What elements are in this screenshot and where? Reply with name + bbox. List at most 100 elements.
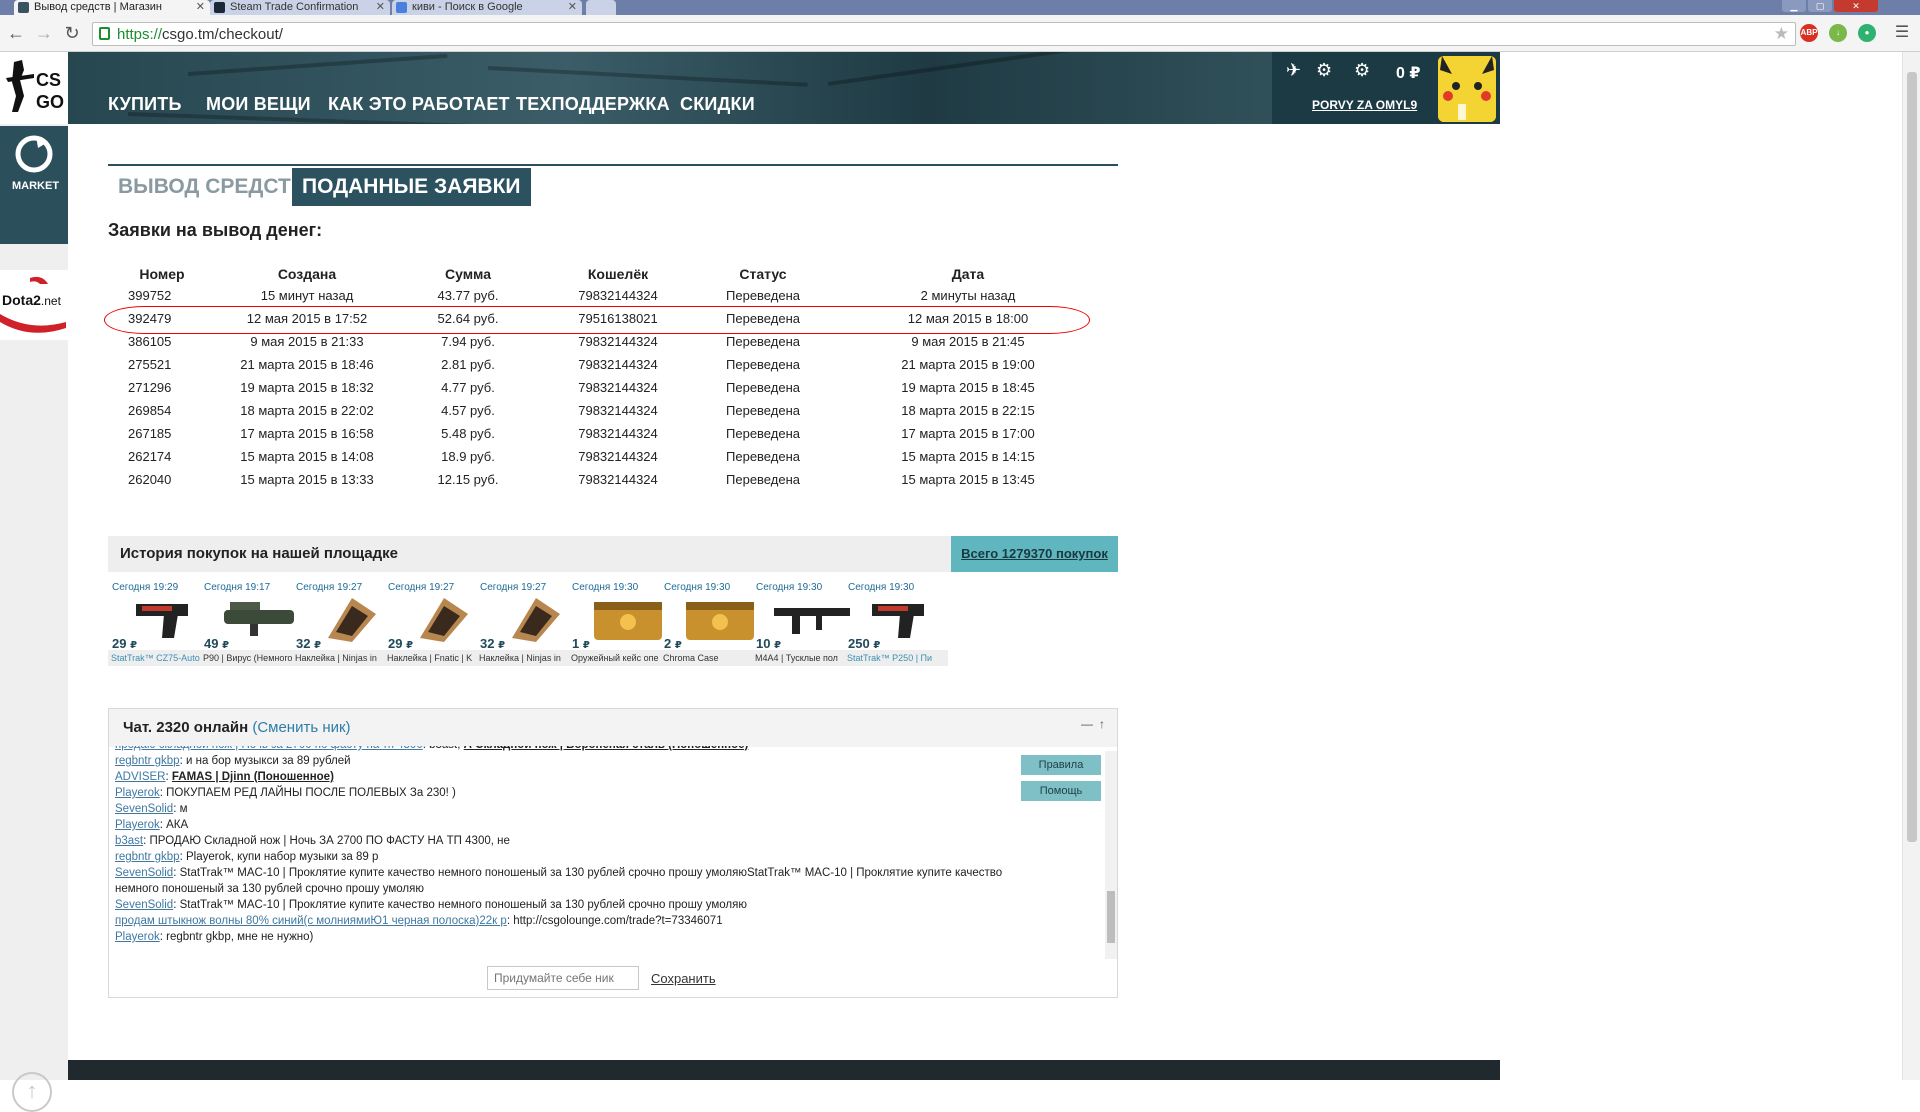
dota2-net-link[interactable]: Dota2.net	[0, 270, 68, 340]
chat-username[interactable]: regbntr gkbp	[115, 851, 180, 863]
save-nick-link[interactable]: Сохранить	[651, 971, 716, 986]
trade-icon[interactable]: ⚙	[1354, 60, 1370, 81]
help-button[interactable]: Помощь	[1021, 781, 1101, 801]
balance-value[interactable]: 0 ₽	[1396, 63, 1420, 83]
expand-chat-icon[interactable]: ↑	[1099, 717, 1105, 731]
table-cell: 15 марта 2015 в 14:15	[901, 449, 1035, 464]
table-cell: 4.57 руб.	[441, 403, 495, 418]
nav-buy[interactable]: КУПИТЬ	[108, 94, 182, 115]
withdrawal-table: Номер Создана Сумма Кошелёк Статус Дата …	[108, 264, 1108, 491]
table-cell: 2 минуты назад	[920, 288, 1016, 303]
chat-message: SevenSolid: StatTrak™ MAC-10 | Проклятие…	[115, 865, 1037, 897]
tab-withdraw[interactable]: ВЫВОД СРЕДСТВ	[108, 168, 316, 206]
tab-submitted-requests[interactable]: ПОДАННЫЕ ЗАЯВКИ	[292, 168, 531, 206]
history-item[interactable]: Сегодня 19:27 32 ₽ Наклейка | Ninjas in	[292, 580, 396, 666]
avatar[interactable]	[1438, 56, 1496, 122]
history-item-price: 2 ₽	[664, 636, 682, 651]
minimize-icon[interactable]: ▁	[1782, 0, 1806, 12]
browser-tab-active[interactable]: Вывод средств | Магазин ✕	[14, 0, 210, 15]
nav-support[interactable]: ТЕХПОДДЕРЖКА	[516, 94, 670, 115]
history-item[interactable]: Сегодня 19:30 250 ₽ StatTrak™ P250 | Пи	[844, 580, 948, 666]
page-scroll-thumb[interactable]	[1907, 72, 1917, 842]
table-row: 262040 15 марта 2015 в 13:33 12.15 руб. 798…	[108, 468, 1108, 491]
history-item[interactable]: Сегодня 19:30 10 ₽ M4A4 | Тусклые пол	[752, 580, 856, 666]
new-tab-button[interactable]	[586, 0, 616, 15]
table-cell: 79832144324	[578, 288, 658, 303]
adblock-icon[interactable]: ABP	[1800, 24, 1818, 42]
chat-username[interactable]: ADVISER	[115, 771, 166, 783]
bookmark-star-icon[interactable]: ★	[1774, 24, 1789, 44]
reload-icon[interactable]: ↻	[60, 21, 84, 45]
history-item[interactable]: Сегодня 19:29 29 ₽ StatTrak™ CZ75-Auto	[108, 580, 212, 666]
inventory-icon[interactable]: ⚙	[1316, 60, 1332, 81]
change-nick-link[interactable]: (Сменить ник)	[252, 719, 350, 736]
nav-how-it-works[interactable]: КАК ЭТО РАБОТАЕТ	[328, 94, 510, 115]
chat-header: Чат. 2320 онлайн (Сменить ник) — ↑	[109, 709, 1117, 747]
sticker-icon	[512, 598, 560, 642]
nav-discounts[interactable]: СКИДКИ	[680, 94, 755, 115]
chat-message: SevenSolid: StatTrak™ MAC-10 | Проклятие…	[115, 897, 1037, 913]
history-item[interactable]: Сегодня 19:27 29 ₽ Наклейка | Fnatic | K	[384, 580, 488, 666]
table-cell: 12.15 руб.	[437, 472, 499, 487]
close-icon[interactable]: ✕	[568, 0, 577, 15]
footer-bar	[68, 1060, 1500, 1080]
browser-tab[interactable]: киви - Поиск в Google ✕	[392, 0, 582, 15]
history-item-label: Наклейка | Fnatic | K	[384, 650, 488, 666]
chat-item-link[interactable]: А Складной нож | Вороненая сталь (Поноше…	[464, 746, 749, 751]
chat-username[interactable]: SevenSolid	[115, 867, 173, 879]
table-row: 269854 18 марта 2015 в 22:02 4.57 руб. 7983…	[108, 399, 1108, 422]
chat-username[interactable]: продам штыкнож волны 80% синий(с молниям…	[115, 915, 507, 927]
scroll-to-top-icon[interactable]: ↑	[12, 1072, 52, 1112]
table-row: 271296 19 марта 2015 в 18:32 4.77 руб. 7983…	[108, 376, 1108, 399]
window-close-icon[interactable]: ✕	[1834, 0, 1878, 12]
chat-scroll-thumb[interactable]	[1107, 891, 1115, 943]
close-icon[interactable]: ✕	[376, 0, 385, 15]
chat-message: Playerok: ПОКУПАЕМ РЕД ЛАЙНЫ ПОСЛЕ ПОЛЕВ…	[115, 785, 1037, 801]
csgo-logo[interactable]: CS GO	[0, 52, 68, 124]
chat-text: : Playerok, купи набор музыки за 89 р	[179, 851, 379, 863]
extension-download-icon[interactable]: ↓	[1829, 24, 1847, 42]
chat-username[interactable]: SevenSolid	[115, 803, 173, 815]
rules-button[interactable]: Правила	[1021, 755, 1101, 775]
nav-my-items[interactable]: МОИ ВЕЩИ	[206, 94, 311, 115]
chat-username[interactable]: Playerok	[115, 931, 160, 943]
minimize-chat-icon[interactable]: —	[1081, 717, 1093, 731]
chat-username[interactable]: продаю складной нож | Ночь за 2700 по фа…	[115, 746, 423, 751]
mute-icon[interactable]: ✈	[1286, 60, 1301, 81]
total-purchases-button[interactable]: Всего 1279370 покупок	[951, 536, 1118, 572]
extension-green-icon[interactable]: ●	[1858, 24, 1876, 42]
table-cell: 79832144324	[578, 403, 658, 418]
nick-input[interactable]	[487, 966, 639, 990]
history-item[interactable]: Сегодня 19:30 1 ₽ Оружейный кейс опе	[568, 580, 672, 666]
address-bar[interactable]: https://csgo.tm/checkout/ ★	[92, 22, 1796, 46]
chat-username[interactable]: Playerok	[115, 819, 160, 831]
chat-username[interactable]: Playerok	[115, 787, 160, 799]
market-link[interactable]: MARKET	[0, 126, 68, 244]
maximize-icon[interactable]: ▢	[1808, 0, 1832, 12]
back-icon[interactable]: ←	[4, 21, 28, 45]
site-favicon-icon	[18, 2, 29, 13]
chat-text: : StatTrak™ MAC-10 | Проклятие купите ка…	[115, 867, 1003, 895]
forward-icon[interactable]: →	[32, 21, 56, 45]
table-cell: 79832144324	[578, 357, 658, 372]
chat-scrollbar[interactable]	[1105, 751, 1117, 959]
username-link[interactable]: PORVY ZA OMYL9	[1312, 98, 1417, 112]
menu-icon[interactable]: ☰	[1890, 21, 1914, 45]
table-cell: 21 марта 2015 в 18:46	[240, 357, 374, 372]
chat-message: продаю складной нож | Ночь за 2700 по фа…	[115, 746, 1037, 753]
page-scrollbar[interactable]	[1902, 52, 1920, 1080]
chat-message: Playerok: АКА	[115, 817, 1037, 833]
table-cell: Переведена	[726, 357, 800, 372]
close-icon[interactable]: ✕	[196, 0, 205, 15]
chat-item-link[interactable]: FAMAS | Djinn (Поношенное)	[172, 771, 334, 783]
chat-username[interactable]: b3ast	[115, 835, 143, 847]
browser-toolbar: ← → ↻ https://csgo.tm/checkout/ ★ ABP ↓ …	[0, 15, 1920, 52]
history-item[interactable]: Сегодня 19:30 2 ₽ Chroma Case	[660, 580, 764, 666]
chat-username[interactable]: regbntr gkbp	[115, 755, 180, 767]
chat-text: : http://csgolounge.com/trade?t=73346071	[506, 915, 723, 927]
chat-username[interactable]: SevenSolid	[115, 899, 173, 911]
history-item[interactable]: Сегодня 19:27 32 ₽ Наклейка | Ninjas in	[476, 580, 580, 666]
history-item[interactable]: Сегодня 19:17 49 ₽ P90 | Вирус (Немного	[200, 580, 304, 666]
chat-title: Чат. 2320 онлайн (Сменить ник)	[123, 719, 351, 736]
browser-tab[interactable]: Steam Trade Confirmation ✕	[210, 0, 390, 15]
